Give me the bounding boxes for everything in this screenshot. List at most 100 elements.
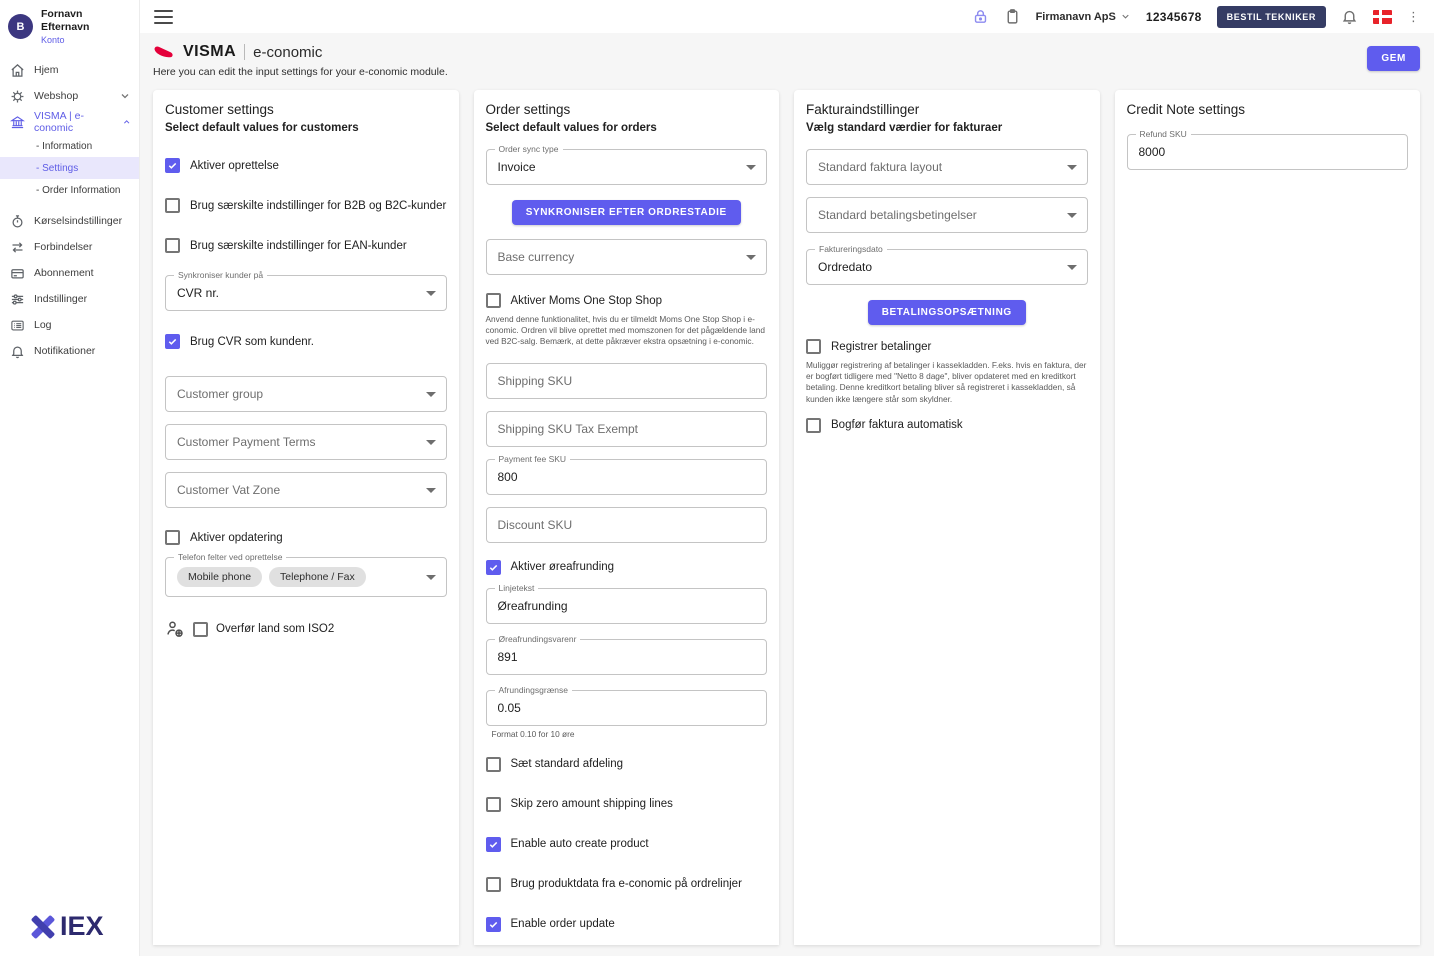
enable-order-update-checkbox[interactable] [486,917,501,932]
b2b-b2c-checkbox[interactable] [165,198,180,213]
synkroniser-kunder-select[interactable]: Synkroniser kunder på CVR nr. [165,275,447,311]
moms-one-stop-shop-checkbox[interactable] [486,293,501,308]
card-subtitle: Vælg standard værdier for fakturaer [806,122,1088,134]
refund-sku-input[interactable] [1139,145,1382,159]
stopwatch-icon [10,214,25,229]
product-name: e-conomic [253,44,322,61]
field-label: Payment fee SKU [495,454,571,464]
chevron-down-icon [426,440,436,445]
saet-standard-afdeling-checkbox[interactable] [486,757,501,772]
aktiver-oprettelse-checkbox[interactable] [165,158,180,173]
clipboard-icon[interactable] [1004,8,1021,25]
bestil-tekniker-button[interactable]: BESTIL TEKNIKER [1217,6,1326,28]
checkbox-label: Aktiver opdatering [190,532,283,544]
registrer-betalinger-checkbox[interactable] [806,339,821,354]
sidebar-item-notifikationer[interactable]: Notifikationer [0,338,139,364]
discount-sku-input[interactable] [498,518,741,532]
checkbox-label: Bogfør faktura automatisk [831,419,963,431]
overfor-land-iso2-checkbox[interactable] [193,622,208,637]
base-currency-select[interactable]: Base currency [486,239,768,275]
sidebar-item-abonnement[interactable]: Abonnement [0,260,139,286]
danish-flag-icon[interactable] [1373,10,1392,24]
company-selector[interactable]: Firmanavn ApS [1036,11,1131,23]
visma-swoosh-icon [153,45,175,60]
page-subtitle: Here you can edit the input settings for… [153,66,1420,78]
save-button[interactable]: GEM [1367,46,1420,71]
betalingsopsaetning-button[interactable]: BETALINGSOPSÆTNING [868,300,1026,325]
customer-vat-zone-select[interactable]: Customer Vat Zone [165,472,447,508]
afrundingsgraense-field[interactable]: Afrundingsgrænse [486,690,768,726]
discount-sku-field[interactable] [486,507,768,543]
orevarenr-input[interactable] [498,650,741,664]
customer-settings-card: Customer settings Select default values … [153,90,459,945]
payment-fee-sku-input[interactable] [498,470,741,484]
select-placeholder: Customer Vat Zone [177,483,280,497]
betalingsbetingelser-select[interactable]: Standard betalingsbetingelser [806,197,1088,233]
chevron-down-icon [1120,11,1131,22]
shipping-sku-tax-field[interactable] [486,411,768,447]
ean-kunder-checkbox[interactable] [165,238,180,253]
checkbox-row: Bogfør faktura automatisk [806,418,1088,433]
synkroniser-ordrestadie-button[interactable]: SYNKRONISER EFTER ORDRESTADIE [512,200,741,225]
iso2-row: Overfør land som ISO2 [165,619,447,639]
sidebar-item-label: Notifikationer [34,345,95,357]
sidebar-item-log[interactable]: Log [0,312,139,338]
aktiver-oreafrunding-checkbox[interactable] [486,560,501,575]
sidebar-subitem-information[interactable]: - Information [0,135,139,157]
chevron-down-icon [426,392,436,397]
produktdata-ordrelinjer-checkbox[interactable] [486,877,501,892]
cvr-som-kundenr-checkbox[interactable] [165,334,180,349]
user-account-link[interactable]: Konto [41,35,131,45]
select-placeholder: Customer group [177,387,263,401]
faktura-layout-select[interactable]: Standard faktura layout [806,149,1088,185]
card-title: Order settings [486,102,768,117]
chip-telephone-fax[interactable]: Telephone / Fax [269,567,366,587]
sidebar-item-label: Hjem [34,64,59,76]
field-value: Invoice [498,160,536,174]
main-content: VISMA e-conomic Here you can edit the in… [140,33,1434,956]
field-label: Telefon felter ved oprettelse [174,552,286,562]
linjetekst-field[interactable]: Linjetekst [486,588,768,624]
order-sync-type-select[interactable]: Order sync type Invoice [486,149,768,185]
linjetekst-input[interactable] [498,599,741,613]
checkbox-row: Aktiver opdatering [165,530,447,545]
settings-columns: Customer settings Select default values … [140,88,1434,945]
lock-icon[interactable] [972,8,989,25]
select-placeholder: Base currency [498,250,575,264]
sidebar-item-hjem[interactable]: Hjem [0,57,139,83]
field-label: Faktureringsdato [815,244,887,254]
shipping-sku-tax-input[interactable] [498,422,741,436]
aktiver-opdatering-checkbox[interactable] [165,530,180,545]
checkbox-label: Sæt standard afdeling [511,758,624,770]
user-menu[interactable]: B Fornavn Efternavn Konto [0,0,139,51]
skip-zero-shipping-checkbox[interactable] [486,797,501,812]
notifications-bell-icon[interactable] [1341,8,1358,25]
hamburger-menu-icon[interactable] [154,10,173,24]
chip-mobile-phone[interactable]: Mobile phone [177,567,262,587]
afrundingsgraense-input[interactable] [498,701,741,715]
chevron-down-icon [1067,213,1077,218]
payment-fee-sku-field[interactable]: Payment fee SKU [486,459,768,495]
sidebar-subitem-settings[interactable]: - Settings [0,157,139,179]
card-subtitle: Select default values for orders [486,122,768,134]
sidebar-item-visma-economic[interactable]: VISMA | e-conomic [0,109,139,135]
shipping-sku-field[interactable] [486,363,768,399]
checkbox-row: Brug CVR som kundenr. [165,334,447,349]
telefon-felter-select[interactable]: Telefon felter ved oprettelse Mobile pho… [165,557,447,597]
bogfor-faktura-checkbox[interactable] [806,418,821,433]
auto-create-product-checkbox[interactable] [486,837,501,852]
sidebar-item-indstillinger[interactable]: Indstillinger [0,286,139,312]
shipping-sku-input[interactable] [498,374,741,388]
orevarenr-field[interactable]: Øreafrundingsvarenr [486,639,768,675]
card-title: Customer settings [165,102,447,117]
sidebar-item-label: Abonnement [34,267,94,279]
refund-sku-field[interactable]: Refund SKU [1127,134,1409,170]
sidebar-item-webshop[interactable]: Webshop [0,83,139,109]
kebab-menu-icon[interactable]: ⋮ [1407,10,1420,23]
sidebar-item-forbindelser[interactable]: Forbindelser [0,234,139,260]
customer-group-select[interactable]: Customer group [165,376,447,412]
faktureringsdato-select[interactable]: Faktureringsdato Ordredato [806,249,1088,285]
sidebar-item-korselsindstillinger[interactable]: Kørselsindstillinger [0,208,139,234]
sidebar-subitem-order-information[interactable]: - Order Information [0,179,139,201]
customer-payment-terms-select[interactable]: Customer Payment Terms [165,424,447,460]
